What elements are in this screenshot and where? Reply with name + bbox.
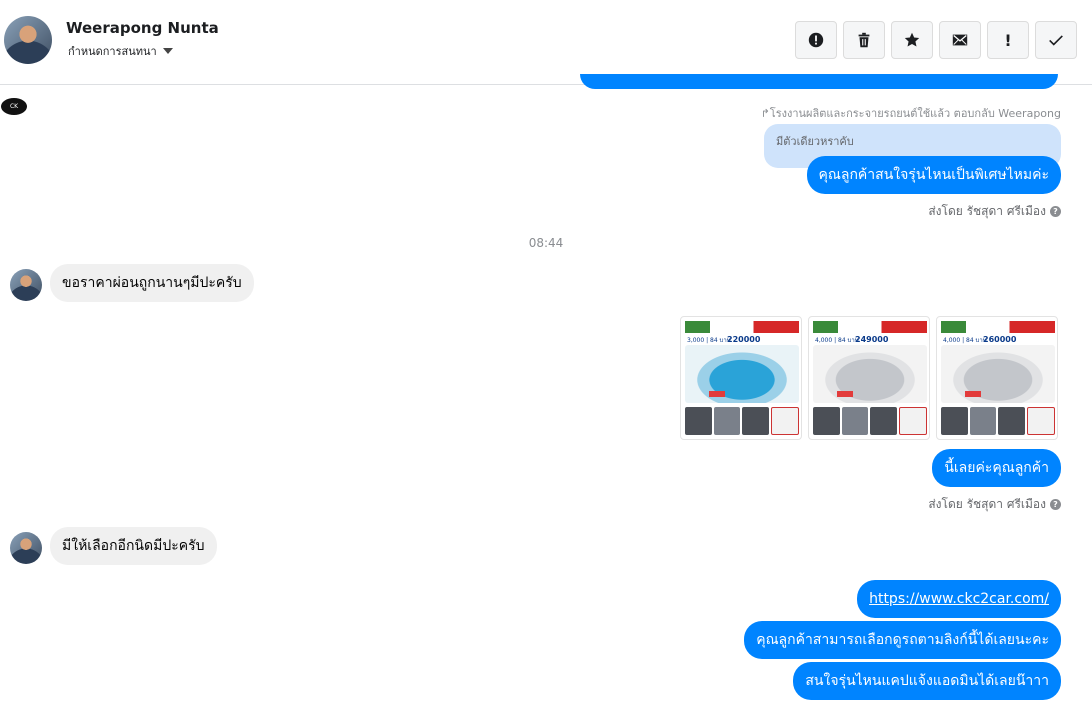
outgoing-link-message[interactable]: https://www.ckc2car.com/ — [857, 580, 1061, 618]
page-logo: CK — [1, 98, 27, 115]
website-link[interactable]: https://www.ckc2car.com/ — [869, 591, 1049, 607]
car-photo — [685, 345, 799, 403]
sent-by-label: ส่งโดย รัชสุดา ศรีเมือง ? — [928, 495, 1061, 514]
car-image[interactable]: 4,000 | 84 บาท 249000 — [808, 316, 930, 440]
checkmark-icon — [1049, 35, 1063, 46]
outgoing-message[interactable]: คุณลูกค้าสามารถเลือกดูรถตามลิงก์นี้ได้เล… — [744, 621, 1061, 659]
incoming-message[interactable]: มีให้เลือกอีกนิดมีปะครับ — [50, 527, 217, 565]
incoming-message[interactable]: ขอราคาผ่อนถูกนานๆมีปะครับ — [50, 264, 254, 302]
report-button[interactable] — [795, 21, 837, 59]
conversation-header: Weerapong Nunta กำหนดการสนทนา ! — [0, 0, 1092, 85]
car-image[interactable]: 3,000 | 84 บาท 220000 — [680, 316, 802, 440]
plate-tag — [709, 391, 725, 397]
card-header-strip — [685, 321, 799, 333]
sent-by-text: ส่งโดย รัชสุดา ศรีเมือง — [928, 497, 1046, 511]
car-photo — [813, 345, 927, 403]
plate-tag — [837, 391, 853, 397]
plate-tag — [965, 391, 981, 397]
sent-by-label: ส่งโดย รัชสุดา ศรีเมือง ? — [928, 202, 1061, 221]
exclamation-icon: ! — [1004, 30, 1012, 50]
car-thumbnails — [941, 407, 1055, 435]
card-header-strip — [813, 321, 927, 333]
car-price: 220000 — [727, 335, 761, 344]
car-price: 260000 — [983, 335, 1017, 344]
conversation-assign-dropdown[interactable]: กำหนดการสนทนา — [68, 42, 173, 60]
car-thumbnails — [685, 407, 799, 435]
outgoing-message[interactable]: สนใจรุ่นไหนแคปแจ้งแอดมินได้เลยน๊าาา — [793, 662, 1061, 700]
mark-unread-button[interactable] — [939, 21, 981, 59]
envelope-icon — [952, 34, 968, 46]
star-icon — [904, 32, 920, 47]
previous-message-bubble — [580, 74, 1058, 89]
car-price: 249000 — [855, 335, 889, 344]
sender-avatar[interactable] — [10, 532, 42, 564]
car-mileage: 4,000 | 84 บาท — [943, 337, 987, 344]
header-toolbar: ! — [795, 21, 1077, 59]
delete-button[interactable] — [843, 21, 885, 59]
trash-icon — [858, 32, 870, 48]
quoted-message-text: มีตัวเดียวหราคับ — [776, 135, 854, 148]
help-icon[interactable]: ? — [1050, 499, 1061, 510]
car-photo — [941, 345, 1055, 403]
star-button[interactable] — [891, 21, 933, 59]
important-button[interactable]: ! — [987, 21, 1029, 59]
timestamp: 08:44 — [528, 236, 564, 250]
car-thumbnails — [813, 407, 927, 435]
help-icon[interactable]: ? — [1050, 206, 1061, 217]
sender-avatar[interactable] — [10, 269, 42, 301]
message-thread: CK ↱โรงงานผลิตและกระจายรถยนต์ใช้แล้ว ตอบ… — [0, 74, 1092, 715]
caret-down-icon — [162, 48, 173, 54]
contact-avatar[interactable] — [4, 16, 52, 64]
contact-name[interactable]: Weerapong Nunta — [66, 19, 219, 37]
conversation-assign-label: กำหนดการสนทนา — [68, 45, 157, 58]
exclamation-circle-icon — [808, 32, 824, 48]
car-image[interactable]: 4,000 | 84 บาท 260000 — [936, 316, 1058, 440]
image-attachments: 3,000 | 84 บาท 220000 4,000 | 84 บาท 249… — [680, 316, 1058, 440]
car-mileage: 3,000 | 84 บาท — [687, 337, 731, 344]
reply-context-label: ↱โรงงานผลิตและกระจายรถยนต์ใช้แล้ว ตอบกลั… — [760, 107, 1061, 120]
outgoing-message[interactable]: นี้เลยค่ะคุณลูกค้า — [932, 449, 1061, 487]
outgoing-message[interactable]: คุณลูกค้าสนใจรุ่นไหนเป็นพิเศษไหมค่ะ — [806, 156, 1061, 194]
sent-by-text: ส่งโดย รัชสุดา ศรีเมือง — [928, 204, 1046, 218]
card-header-strip — [941, 321, 1055, 333]
car-mileage: 4,000 | 84 บาท — [815, 337, 859, 344]
done-button[interactable] — [1035, 21, 1077, 59]
